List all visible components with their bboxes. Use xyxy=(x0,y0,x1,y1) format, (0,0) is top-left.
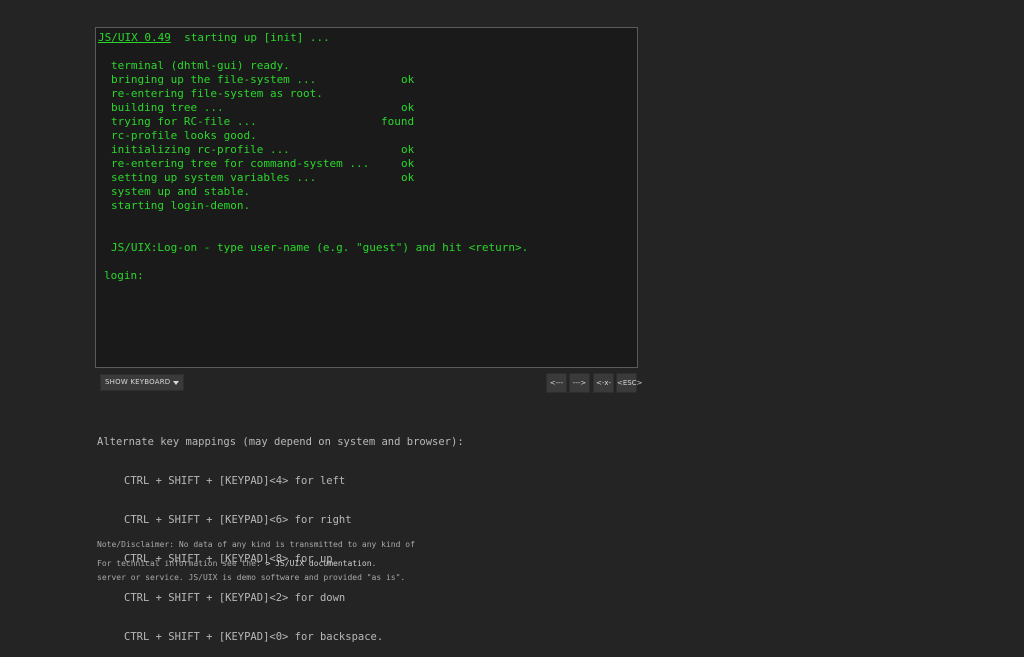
boot-line: starting login-demon. xyxy=(111,199,251,212)
key-mapping-line: CTRL + SHIFT + [KEYPAD]<0> for backspace… xyxy=(124,631,384,643)
chevron-down-icon xyxy=(173,380,180,385)
show-keyboard-label: SHOW KEYBOARD xyxy=(105,378,171,386)
boot-line: re-entering tree for command-system ... xyxy=(111,157,370,170)
boot-line: trying for RC-file ... xyxy=(111,115,257,128)
show-keyboard-button[interactable]: SHOW KEYBOARD xyxy=(100,374,185,391)
tech-info-prefix: For technical information see the: xyxy=(97,559,266,568)
disclaimer: Note/Disclaimer: No data of any kind is … xyxy=(97,517,415,594)
boot-line: setting up system variables ... xyxy=(111,171,317,184)
tech-info: For technical information see the: > JS/… xyxy=(97,558,376,569)
boot-status: ok xyxy=(401,171,415,184)
boot-status: ok xyxy=(401,73,415,86)
boot-line: system up and stable. xyxy=(111,185,251,198)
cursor-left-button[interactable]: <--- xyxy=(546,373,567,393)
backspace-button[interactable]: <-x- xyxy=(593,373,614,393)
terminal-screen[interactable]: JS/UIX 0.49 starting up [init] ... termi… xyxy=(95,27,638,368)
boot-status: ok xyxy=(401,157,415,170)
tech-info-suffix: . xyxy=(371,559,377,568)
boot-status: ok xyxy=(401,101,415,114)
boot-status: found xyxy=(381,115,415,128)
logon-message: JS/UIX:Log-on - type user-name (e.g. "gu… xyxy=(111,241,529,254)
header-suffix: starting up [init] ... xyxy=(170,31,330,44)
cursor-right-button[interactable]: ---> xyxy=(569,373,590,393)
escape-button[interactable]: <ESC> xyxy=(616,373,642,393)
key-mapping-line: CTRL + SHIFT + [KEYPAD]<4> for left xyxy=(124,475,346,487)
boot-line: bringing up the file-system ... xyxy=(111,73,317,86)
login-prompt[interactable]: login: xyxy=(104,269,144,283)
boot-line: terminal (dhtml-gui) ready. xyxy=(111,59,290,72)
documentation-link[interactable]: > JS/UIX documentation xyxy=(266,559,372,568)
boot-line: building tree ... xyxy=(111,101,224,114)
disclaimer-line: server or service. JS/UIX is demo softwa… xyxy=(97,573,406,582)
boot-line: initializing rc-profile ... xyxy=(111,143,290,156)
brand-link[interactable]: JS/UIX 0.49 xyxy=(98,31,171,44)
disclaimer-line: Note/Disclaimer: No data of any kind is … xyxy=(97,540,415,549)
boot-line: re-entering file-system as root. xyxy=(111,87,323,100)
terminal-header: JS/UIX 0.49 starting up [init] ... xyxy=(98,31,330,45)
boot-line: rc-profile looks good. xyxy=(111,129,257,142)
boot-status: ok xyxy=(401,143,415,156)
key-mappings-title: Alternate key mappings (may depend on sy… xyxy=(97,436,464,448)
